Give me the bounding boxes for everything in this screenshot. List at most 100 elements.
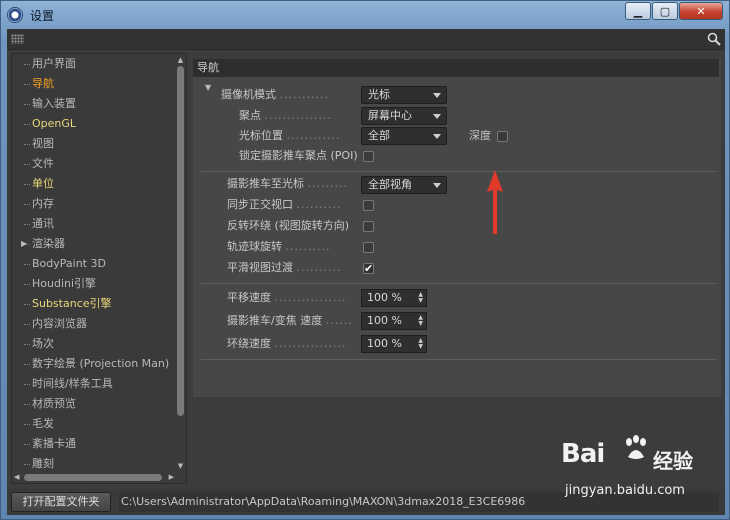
sidebar-item[interactable]: 视图 xyxy=(12,134,176,154)
baidu-logo-text: Bai xyxy=(561,439,605,469)
annotation-arrow-icon xyxy=(487,170,503,234)
sidebar-item[interactable]: 雕刻 xyxy=(12,454,176,472)
pivot-label: 聚点 ............... xyxy=(239,109,332,122)
invert-orbit-label: 反转环绕 (视图旋转方向) xyxy=(227,219,350,232)
sync-ortho-label: 同步正交视口 .......... xyxy=(227,198,342,211)
scroll-thumb[interactable] xyxy=(177,66,184,416)
cursor-position-dropdown[interactable]: 全部 xyxy=(361,127,447,145)
dolly-speed-stepper[interactable]: 100 % ▲ ▼ xyxy=(361,312,427,330)
open-config-folder-button[interactable]: 打开配置文件夹 xyxy=(11,492,111,512)
search-icon[interactable] xyxy=(707,32,721,46)
sidebar-item[interactable]: 输入装置 xyxy=(12,94,176,114)
scroll-right-icon[interactable]: ▶ xyxy=(169,473,174,482)
pan-speed-label: 平移速度 ................ xyxy=(227,291,347,304)
sidebar-item[interactable]: 材质预览 xyxy=(12,394,176,414)
cinema4d-app-icon xyxy=(7,7,23,23)
section-title: 导航 xyxy=(193,59,719,77)
divider xyxy=(201,359,717,360)
sidebar-item-label: OpenGL xyxy=(32,117,77,130)
sidebar-item[interactable]: 场次 xyxy=(12,334,176,354)
depth-label: 深度 xyxy=(469,129,491,142)
sidebar-item[interactable]: 单位 xyxy=(12,174,176,194)
orbit-speed-label: 环绕速度 ................ xyxy=(227,337,347,350)
orbit-speed-stepper[interactable]: 100 % ▲ ▼ xyxy=(361,335,427,353)
sidebar-item-label: 导航 xyxy=(32,77,54,90)
sidebar-item[interactable]: 用户界面 xyxy=(12,54,176,74)
scroll-down-icon[interactable]: ▼ xyxy=(176,462,185,470)
sidebar-item-label: 雕刻 xyxy=(32,457,54,470)
sidebar-item[interactable]: 数字绘景 (Projection Man) xyxy=(12,354,176,374)
maximize-button[interactable]: ▢ xyxy=(652,2,678,20)
settings-window: 设置 ▁ ▢ ✕ 用户界面 导航 输入装置 OpenGL 视图 文件 单位 内存 通讯 ▶ 渲染器 B… xyxy=(0,0,730,520)
sidebar-item-label: 毛发 xyxy=(32,417,54,430)
smooth-transition-checkbox[interactable]: ✔ xyxy=(363,263,374,274)
dolly-to-cursor-dropdown[interactable]: 全部视角 xyxy=(361,176,447,194)
sidebar-item-label: 紊播卡通 xyxy=(32,437,76,450)
sidebar-item[interactable]: 内容浏览器 xyxy=(12,314,176,334)
sidebar-item[interactable]: 内存 xyxy=(12,194,176,214)
lock-poi-checkbox[interactable] xyxy=(363,151,374,162)
stepper-arrows-icon[interactable]: ▲ ▼ xyxy=(418,292,423,304)
sidebar-item[interactable]: Houdini引擎 xyxy=(12,274,176,294)
sidebar-item-label: 输入装置 xyxy=(32,97,76,110)
sidebar-item[interactable]: BodyPaint 3D xyxy=(12,254,176,274)
invert-orbit-checkbox[interactable] xyxy=(363,221,374,232)
grip-icon[interactable] xyxy=(11,34,24,44)
sidebar-item-label: 场次 xyxy=(32,337,54,350)
collapse-triangle-icon[interactable]: ▼ xyxy=(205,83,211,92)
settings-category-sidebar: 用户界面导航输入装置 OpenGL 视图文件单位内存通讯 ▶ 渲染器 BodyPaint … xyxy=(11,53,187,484)
trackball-label: 轨迹球旋转 .......... xyxy=(227,240,331,253)
sidebar-item-label: 用户界面 xyxy=(32,57,76,70)
depth-checkbox[interactable] xyxy=(497,131,508,142)
scroll-left-icon[interactable]: ◀ xyxy=(14,473,19,482)
pan-speed-stepper[interactable]: 100 % ▲ ▼ xyxy=(361,289,427,307)
sidebar-item-label: 文件 xyxy=(32,157,54,170)
sync-ortho-checkbox[interactable] xyxy=(363,200,374,211)
sidebar-item-label: Substance引擎 xyxy=(32,297,112,310)
minimize-button[interactable]: ▁ xyxy=(625,2,651,20)
sidebar-item-label: Houdini引擎 xyxy=(32,277,97,290)
baidu-jingyan-watermark: Bai 经验 jingyan.baidu.com xyxy=(557,435,707,501)
sidebar-item-label: 单位 xyxy=(32,177,54,190)
dolly-to-cursor-label: 摄影推车至光标 ......... xyxy=(227,177,348,190)
window-controls: ▁ ▢ ✕ xyxy=(625,2,723,20)
title-bar[interactable]: 设置 ▁ ▢ ✕ xyxy=(1,1,729,29)
stepper-arrows-icon[interactable]: ▲ ▼ xyxy=(418,315,423,327)
sidebar-item[interactable]: 毛发 xyxy=(12,414,176,434)
jingyan-text: 经验 xyxy=(653,449,693,473)
chevron-down-icon xyxy=(433,114,441,119)
window-title: 设置 xyxy=(30,9,55,23)
trackball-checkbox[interactable] xyxy=(363,242,374,253)
hscroll-thumb[interactable] xyxy=(24,474,162,481)
camera-mode-label: 摄像机模式 ........... xyxy=(221,88,329,101)
sidebar-vertical-scrollbar[interactable]: ▲ ▼ xyxy=(176,56,185,470)
dolly-speed-label: 摄影推车/变焦 速度 ...... xyxy=(227,314,353,327)
sidebar-item[interactable]: 导航 xyxy=(12,74,176,94)
sidebar-item-label: 材质预览 xyxy=(32,397,76,410)
expand-arrow-icon[interactable]: ▶ xyxy=(21,234,27,254)
sidebar-item[interactable]: ▶ 渲染器 xyxy=(12,234,176,254)
pivot-dropdown[interactable]: 屏幕中心 xyxy=(361,107,447,125)
sidebar-item-label: 内容浏览器 xyxy=(32,317,87,330)
sidebar-item[interactable]: Substance引擎 xyxy=(12,294,176,314)
stepper-arrows-icon[interactable]: ▲ ▼ xyxy=(418,338,423,350)
sidebar-horizontal-scrollbar[interactable]: ◀ ▶ xyxy=(14,473,174,482)
sidebar-item[interactable]: 时间线/样条工具 xyxy=(12,374,176,394)
navigation-settings-panel: 导航 ▼ 摄像机模式 ........... 光标 聚点 ...........… xyxy=(193,59,721,397)
sidebar-item-label: 内存 xyxy=(32,197,54,210)
sidebar-item[interactable]: 紊播卡通 xyxy=(12,434,176,454)
sidebar-item[interactable]: 文件 xyxy=(12,154,176,174)
sidebar-item-label: 时间线/样条工具 xyxy=(32,377,113,390)
sidebar-item-label: BodyPaint 3D xyxy=(32,257,106,270)
camera-mode-dropdown[interactable]: 光标 xyxy=(361,86,447,104)
sidebar-item-label: 数字绘景 (Projection Man) xyxy=(32,357,170,370)
category-list: 用户界面导航输入装置 OpenGL 视图文件单位内存通讯 ▶ 渲染器 BodyPaint … xyxy=(12,54,176,472)
watermark-url: jingyan.baidu.com xyxy=(565,483,685,498)
sidebar-item[interactable]: OpenGL xyxy=(12,114,176,134)
close-button[interactable]: ✕ xyxy=(679,2,723,20)
divider xyxy=(201,283,717,284)
scroll-up-icon[interactable]: ▲ xyxy=(176,56,185,64)
sidebar-item-label: 通讯 xyxy=(32,217,54,230)
sidebar-item[interactable]: 通讯 xyxy=(12,214,176,234)
top-toolbar xyxy=(7,29,725,50)
